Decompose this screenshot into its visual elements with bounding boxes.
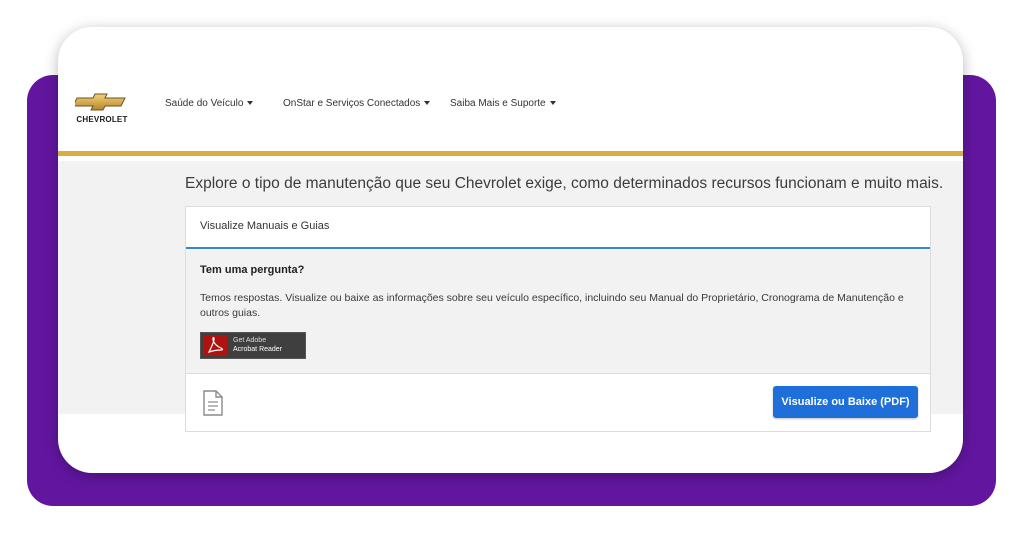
question-text: Temos respostas. Visualize ou baixe as i… <box>200 292 904 319</box>
chevrolet-logo[interactable]: CHEVROLET <box>72 93 130 133</box>
nav-item-onstar[interactable]: OnStar e Serviços Conectados <box>283 98 431 109</box>
acrobat-line-2: Acrobat Reader <box>233 346 283 353</box>
document-icon <box>203 390 223 416</box>
nav-item-saude-do-veiculo[interactable]: Saúde do Veículo <box>165 98 254 109</box>
chevrolet-bowtie-icon <box>75 93 126 111</box>
browser-card: CHEVROLET Saúde do Veículo OnStar e Serv… <box>58 27 963 473</box>
nav-item-label: Saúde do Veículo <box>165 98 244 109</box>
acrobat-line-1: Get Adobe <box>233 337 267 344</box>
nav-item-saiba-mais[interactable]: Saiba Mais e Suporte <box>450 98 556 109</box>
caret-down-icon <box>247 101 254 106</box>
manuals-panel: Visualize Manuais e Guias Tem uma pergun… <box>185 206 931 432</box>
view-download-pdf-button[interactable]: Visualize ou Baixe (PDF) <box>773 386 918 418</box>
logo-wordmark: CHEVROLET <box>76 115 128 124</box>
panel-footer: Visualize ou Baixe (PDF) <box>186 373 930 431</box>
question-title: Tem uma pergunta? <box>200 264 305 276</box>
caret-down-icon <box>424 101 431 106</box>
content-area: Explore o tipo de manutenção que seu Che… <box>58 161 963 432</box>
nav-item-label: Saiba Mais e Suporte <box>450 98 546 109</box>
panel-header: Visualize Manuais e Guias <box>186 207 930 249</box>
caret-down-icon <box>549 101 556 106</box>
acrobat-icon <box>203 335 227 356</box>
page-heading: Explore o tipo de manutenção que seu Che… <box>185 175 944 192</box>
panel-title: Visualize Manuais e Guias <box>200 220 330 232</box>
get-acrobat-reader-badge[interactable]: Get Adobe Acrobat Reader <box>200 332 306 359</box>
nav-item-label: OnStar e Serviços Conectados <box>283 98 421 109</box>
top-navbar: CHEVROLET Saúde do Veículo OnStar e Serv… <box>58 85 963 156</box>
